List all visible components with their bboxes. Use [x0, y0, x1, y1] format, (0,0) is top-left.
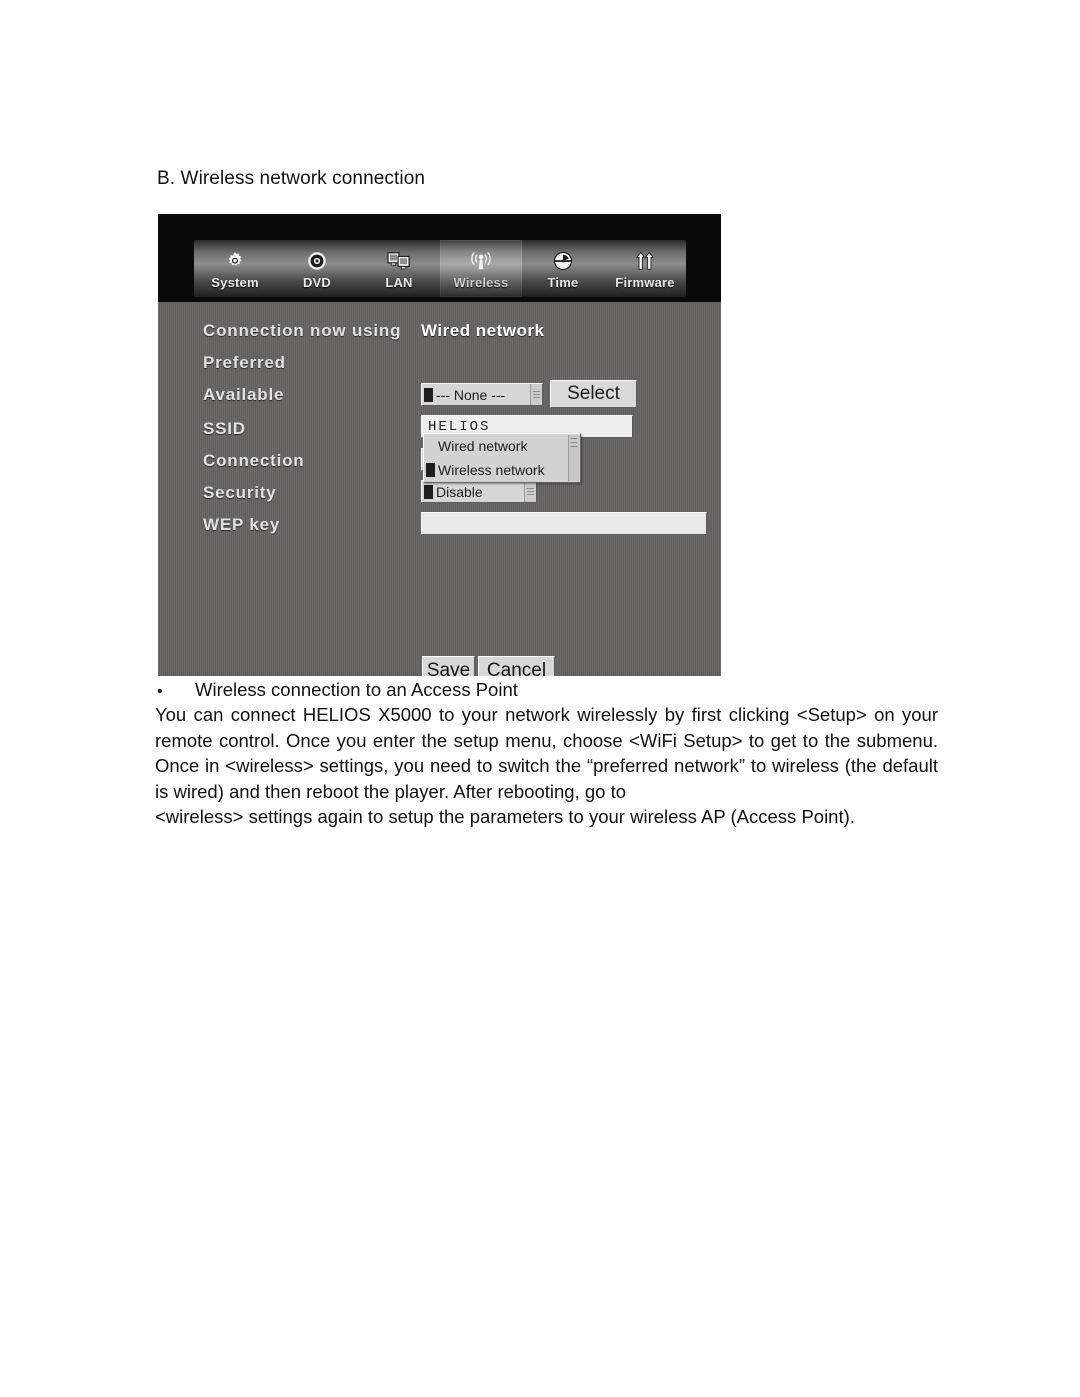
security-mode-combobox[interactable]: Disable — [421, 480, 537, 503]
cancel-button[interactable]: Cancel — [478, 656, 555, 676]
row-label: Connection now using — [203, 321, 402, 340]
bullet-item: • Wireless connection to an Access Point — [157, 679, 937, 701]
dropdown-option-label: Wireless network — [438, 462, 545, 478]
wireless-settings-form: Connection now using Wired network Prefe… — [158, 302, 721, 676]
toolbar-label: Time — [547, 274, 579, 290]
toolbar-item-system[interactable]: System — [194, 240, 276, 297]
clock-icon — [552, 249, 574, 274]
toolbar-band: System DVD LAN Wireless Time Firmware — [194, 240, 686, 297]
security-mode-value: Disable — [436, 483, 483, 500]
toolbar-label: LAN — [385, 274, 413, 290]
monitors-icon — [387, 249, 411, 274]
antenna-icon — [468, 249, 494, 274]
row-label: Preferred — [203, 353, 286, 372]
save-button[interactable]: Save — [422, 656, 475, 676]
preferred-network-dropdown[interactable]: Wired network Wireless network — [423, 433, 581, 483]
body-paragraph: You can connect HELIOS X5000 to your net… — [155, 702, 938, 830]
toolbar-item-firmware[interactable]: Firmware — [604, 240, 686, 297]
device-screenshot-panel: System DVD LAN Wireless Time Firmware Co… — [158, 214, 721, 676]
paragraph-last-line: <wireless> settings again to setup the p… — [155, 806, 855, 827]
dropdown-scrollbar[interactable] — [568, 435, 579, 481]
bullet-marker: • — [157, 683, 163, 700]
combo-marker-icon — [424, 484, 433, 499]
available-network-value: --- None --- — [436, 386, 506, 403]
row-label: Security — [203, 483, 277, 502]
available-network-combobox[interactable]: --- None --- — [421, 383, 543, 406]
chevron-down-icon[interactable] — [524, 481, 536, 502]
row-preferred: Preferred — [158, 346, 721, 379]
toolbar-item-dvd[interactable]: DVD — [276, 240, 358, 297]
select-button[interactable]: Select — [550, 380, 637, 408]
arrows-up-icon — [633, 249, 657, 274]
paragraph-main: You can connect HELIOS X5000 to your net… — [155, 704, 938, 802]
dropdown-option-wireless[interactable]: Wireless network — [424, 458, 580, 482]
combo-marker-icon — [424, 387, 433, 402]
gear-icon — [224, 249, 246, 274]
connection-now-using-value: Wired network — [421, 321, 545, 340]
dropdown-option-label: Wired network — [438, 438, 528, 454]
row-label: WEP key — [203, 515, 281, 534]
dropdown-option-wired[interactable]: Wired network — [424, 434, 580, 458]
row-available: Available --- None --- Select — [158, 378, 721, 411]
toolbar-item-lan[interactable]: LAN — [358, 240, 440, 297]
row-connection-now-using: Connection now using Wired network — [158, 314, 721, 347]
toolbar-label: DVD — [302, 274, 332, 290]
row-wep-key: WEP key — [158, 508, 721, 541]
bullet-text: Wireless connection to an Access Point — [195, 679, 518, 700]
row-label: Connection — [203, 451, 305, 470]
device-toolbar: System DVD LAN Wireless Time Firmware — [158, 214, 721, 302]
wep-key-input[interactable] — [421, 512, 707, 535]
toolbar-item-wireless[interactable]: Wireless — [440, 240, 522, 297]
chevron-down-icon[interactable] — [530, 384, 542, 405]
toolbar-label: Firmware — [615, 274, 675, 290]
option-marker-icon — [426, 463, 435, 477]
row-label: Available — [203, 385, 285, 404]
row-label: SSID — [203, 419, 246, 438]
disc-icon — [306, 249, 328, 274]
option-marker-icon — [426, 439, 435, 453]
toolbar-label: System — [211, 274, 259, 290]
toolbar-item-time[interactable]: Time — [522, 240, 604, 297]
page-heading: B. Wireless network connection — [157, 168, 426, 189]
toolbar-label: Wireless — [453, 274, 509, 290]
